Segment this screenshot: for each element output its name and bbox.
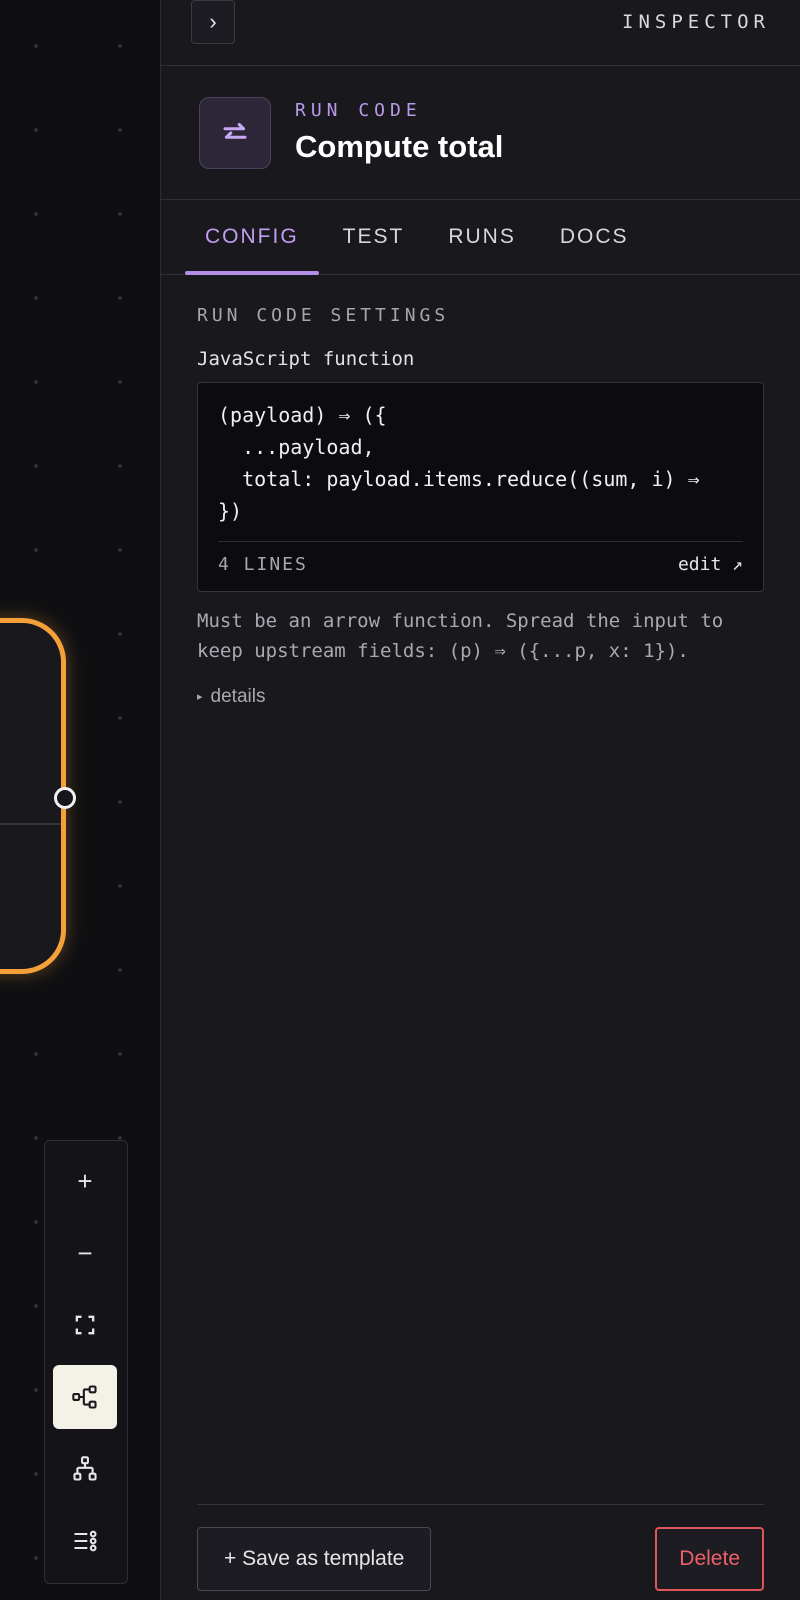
zoom-in-button[interactable]: + xyxy=(53,1149,117,1213)
zoom-out-icon: − xyxy=(77,1237,93,1268)
flow-canvas[interactable]: + − xyxy=(0,0,160,1600)
layout-horizontal-icon xyxy=(72,1385,97,1409)
edit-link[interactable]: edit ↗ xyxy=(678,554,743,575)
node-name[interactable]: Compute total xyxy=(295,129,503,165)
details-label: details xyxy=(210,686,266,707)
swap-arrows-icon xyxy=(223,122,247,139)
node-divider xyxy=(0,823,61,825)
node-output-port[interactable] xyxy=(54,787,76,809)
list-icon xyxy=(74,1530,97,1552)
zoom-out-button[interactable]: − xyxy=(53,1221,117,1285)
layout-vertical-icon xyxy=(73,1456,97,1481)
tab-config[interactable]: CONFIG xyxy=(185,200,319,275)
node-header: RUN CODE Compute total xyxy=(161,66,800,200)
details-toggle[interactable]: ▸ details xyxy=(197,686,764,708)
chevron-right-icon: › xyxy=(209,8,217,34)
node-kind: RUN CODE xyxy=(295,100,422,121)
code-editor[interactable]: (payload) ⇒ ({ ...payload, total: payloa… xyxy=(197,382,764,592)
delete-button[interactable]: Delete xyxy=(655,1527,764,1591)
zoom-in-icon: + xyxy=(77,1165,93,1196)
save-as-template-button[interactable]: + Save as template xyxy=(197,1527,432,1591)
caret-right-icon: ▸ xyxy=(197,691,203,703)
fit-view-icon xyxy=(75,1315,95,1335)
layout-horizontal-button[interactable] xyxy=(53,1365,117,1429)
code-content[interactable]: (payload) ⇒ ({ ...payload, total: payloa… xyxy=(218,399,743,527)
tab-test[interactable]: TEST xyxy=(323,200,425,274)
layout-vertical-button[interactable] xyxy=(53,1437,117,1501)
node-type-icon-box xyxy=(199,96,271,169)
inspector-panel: › INSPECTOR RUN CODE Compute total CONFI… xyxy=(160,0,800,1600)
collapse-inspector-button[interactable]: › xyxy=(191,0,235,44)
tab-docs[interactable]: DOCS xyxy=(540,200,649,274)
section-label: RUN CODE SETTINGS xyxy=(197,305,450,326)
tab-runs[interactable]: RUNS xyxy=(428,200,536,274)
field-label: JavaScript function xyxy=(197,348,415,370)
inspector-footer: + Save as template Delete xyxy=(197,1504,764,1591)
help-text: Must be an arrow function. Spread the in… xyxy=(197,610,724,662)
fit-view-button[interactable] xyxy=(53,1293,117,1357)
inspector-tabs: CONFIG TEST RUNS DOCS xyxy=(161,200,800,275)
inspector-topbar: › INSPECTOR xyxy=(161,0,800,66)
line-count: 4 LINES xyxy=(218,554,308,575)
code-footer: 4 LINES edit ↗ xyxy=(218,541,743,575)
list-button[interactable] xyxy=(53,1509,117,1573)
inspector-title: INSPECTOR xyxy=(622,10,770,33)
canvas-controls: + − xyxy=(44,1140,128,1584)
run-code-settings: RUN CODE SETTINGS JavaScript function (p… xyxy=(161,275,800,708)
selected-flow-node[interactable] xyxy=(0,618,76,974)
